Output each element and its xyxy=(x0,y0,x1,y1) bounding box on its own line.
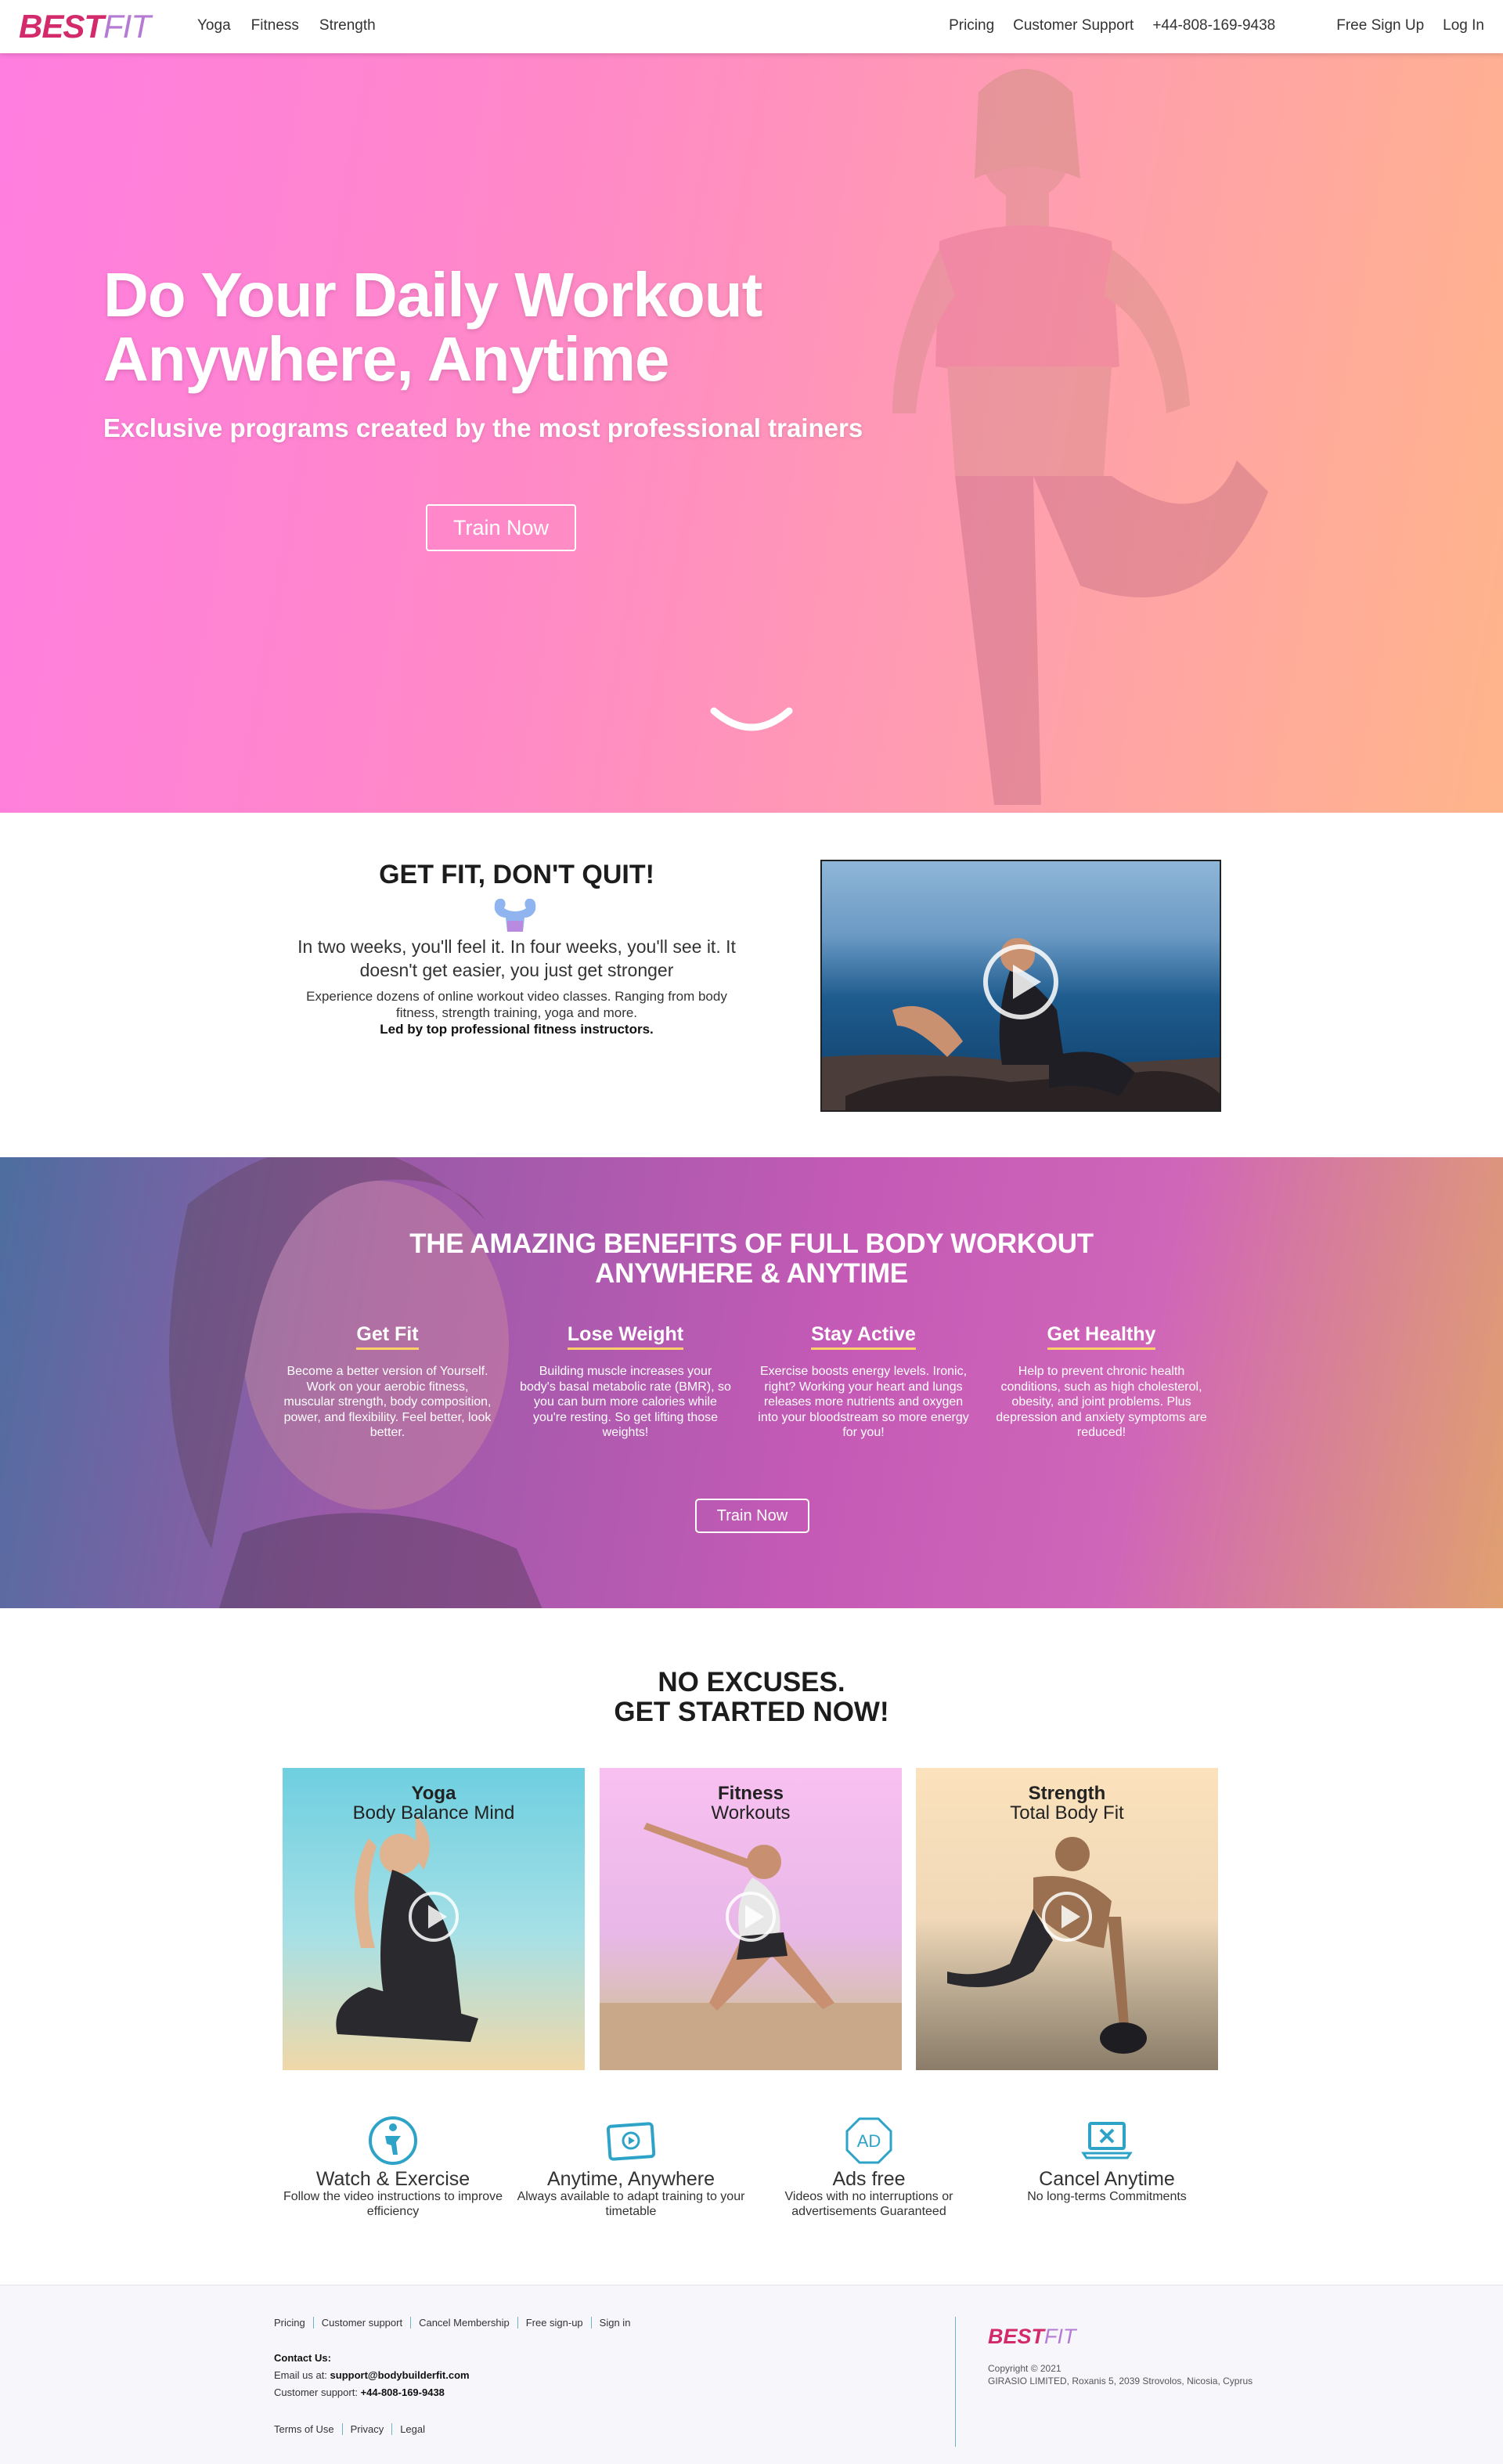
hero-train-now-button[interactable]: Train Now xyxy=(426,504,576,551)
video-play-icon[interactable] xyxy=(983,944,1058,1019)
intro-body: Experience dozens of online workout vide… xyxy=(306,989,727,1020)
hero-section: Do Your Daily Workout Anywhere, Anytime E… xyxy=(0,53,1503,813)
benefit-text: Help to prevent chronic health condition… xyxy=(996,1365,1207,1439)
feature-text: No long-terms Commitments xyxy=(1027,2190,1187,2203)
benefit-get-fit: Get Fit Become a better version of Yours… xyxy=(282,1323,493,1441)
benefit-title: Stay Active xyxy=(811,1323,916,1350)
top-navbar: BESTFIT Yoga Fitness Strength Pricing Cu… xyxy=(0,0,1503,53)
footer-link-privacy[interactable]: Privacy xyxy=(351,2423,384,2435)
program-card-title: Yoga Body Balance Mind xyxy=(352,1783,515,1824)
nav-log-in[interactable]: Log In xyxy=(1443,17,1484,34)
feature-text: Always available to adapt training to yo… xyxy=(517,2190,745,2218)
benefit-title: Lose Weight xyxy=(567,1323,684,1350)
video-icon xyxy=(606,2122,656,2161)
nav-pricing[interactable]: Pricing xyxy=(949,17,994,34)
footer-logo: BESTFIT xyxy=(988,2325,1076,2348)
logo[interactable]: BESTFIT xyxy=(19,8,151,45)
footer-email-link[interactable]: support@bodybuilderfit.com xyxy=(330,2369,470,2381)
footer: Pricing Customer support Cancel Membersh… xyxy=(0,2285,1503,2464)
benefit-text: Building muscle increases your body's ba… xyxy=(520,1365,731,1439)
nav-phone[interactable]: +44-808-169-9438 xyxy=(1152,17,1275,34)
footer-link-sign-in[interactable]: Sign in xyxy=(600,2317,631,2329)
feature-title: Ads free xyxy=(832,2168,906,2190)
exercise-icon xyxy=(369,2116,417,2165)
footer-link-legal[interactable]: Legal xyxy=(400,2423,425,2435)
feature-cancel-anytime: Cancel Anytime No long-terms Commitments xyxy=(989,2114,1224,2204)
scroll-down-chevron-icon[interactable] xyxy=(709,703,794,750)
ad-icon: AD xyxy=(845,2117,892,2164)
benefit-stay-active: Stay Active Exercise boosts energy level… xyxy=(758,1323,969,1441)
benefit-title: Get Fit xyxy=(356,1323,419,1350)
feature-anytime-anywhere: Anytime, Anywhere Always available to ad… xyxy=(514,2114,748,2219)
nav-free-sign-up[interactable]: Free Sign Up xyxy=(1336,17,1424,34)
benefit-text: Exercise boosts energy levels. Ironic, r… xyxy=(758,1365,969,1439)
benefit-get-healthy: Get Healthy Help to prevent chronic heal… xyxy=(996,1323,1207,1441)
benefits-section: THE AMAZING BENEFITS OF FULL BODY WORKOU… xyxy=(0,1157,1503,1608)
nav-customer-support[interactable]: Customer Support xyxy=(1013,17,1134,34)
hero-subtitle: Exclusive programs created by the most p… xyxy=(103,413,863,442)
footer-link-free-sign-up[interactable]: Free sign-up xyxy=(526,2317,583,2329)
benefits-heading: THE AMAZING BENEFITS OF FULL BODY WORKOU… xyxy=(409,1228,1094,1289)
footer-link-cancel-membership[interactable]: Cancel Membership xyxy=(419,2317,510,2329)
benefit-text: Become a better version of Yourself. Wor… xyxy=(283,1365,492,1439)
laptop-cancel-icon xyxy=(1081,2122,1133,2159)
footer-phone-link[interactable]: +44-808-169-9438 xyxy=(361,2386,445,2398)
feature-ads-free: AD Ads free Videos with no interruptions… xyxy=(752,2114,986,2219)
footer-divider xyxy=(955,2317,956,2447)
intro-video[interactable] xyxy=(820,860,1221,1112)
feature-title: Anytime, Anywhere xyxy=(547,2168,715,2190)
benefit-title: Get Healthy xyxy=(1047,1323,1156,1350)
feature-title: Watch & Exercise xyxy=(315,2168,470,2190)
intro-heading: GET FIT, DON'T QUIT! xyxy=(379,860,654,889)
svg-text:AD: AD xyxy=(857,2131,881,2151)
footer-copyright: Copyright © 2021 GIRASIO LIMITED, Roxani… xyxy=(988,2363,1253,2386)
nav-strength[interactable]: Strength xyxy=(319,17,376,34)
program-card-title: Fitness Workouts xyxy=(711,1783,791,1824)
intro-bold: Led by top professional fitness instruct… xyxy=(380,1022,654,1037)
card-play-icon[interactable] xyxy=(1042,1892,1092,1942)
feature-text: Videos with no interruptions or advertis… xyxy=(784,2190,953,2218)
nav-yoga[interactable]: Yoga xyxy=(197,17,231,34)
program-card-yoga[interactable]: Yoga Body Balance Mind xyxy=(283,1768,585,2070)
program-card-strength[interactable]: Strength Total Body Fit xyxy=(916,1768,1218,2070)
feature-title: Cancel Anytime xyxy=(1039,2168,1175,2190)
feature-watch-exercise: Watch & Exercise Follow the video instru… xyxy=(276,2114,510,2219)
flexed-biceps-icon xyxy=(494,898,536,932)
programs-heading: NO EXCUSES. GET STARTED NOW! xyxy=(614,1667,889,1727)
intro-section: GET FIT, DON'T QUIT! In two weeks, you'l… xyxy=(0,813,1503,1157)
intro-lead: In two weeks, you'll feel it. In four we… xyxy=(297,936,736,980)
program-card-fitness[interactable]: Fitness Workouts xyxy=(600,1768,902,2070)
hero-woman-image xyxy=(892,69,1268,805)
hero-title: Do Your Daily Workout Anywhere, Anytime xyxy=(103,260,762,394)
footer-link-pricing[interactable]: Pricing xyxy=(274,2317,305,2329)
card-play-icon[interactable] xyxy=(409,1892,459,1942)
footer-links: Pricing Customer support Cancel Membersh… xyxy=(274,2317,638,2329)
nav-fitness[interactable]: Fitness xyxy=(251,17,299,34)
footer-legal-links: Terms of Use Privacy Legal xyxy=(274,2423,433,2435)
card-play-icon[interactable] xyxy=(726,1892,776,1942)
benefit-lose-weight: Lose Weight Building muscle increases yo… xyxy=(520,1323,731,1441)
footer-contact: Contact Us: Email us at: support@bodybui… xyxy=(274,2352,470,2398)
footer-link-terms[interactable]: Terms of Use xyxy=(274,2423,334,2435)
feature-text: Follow the video instructions to improve… xyxy=(283,2190,503,2218)
program-card-title: Strength Total Body Fit xyxy=(1010,1783,1124,1824)
benefits-train-now-button[interactable]: Train Now xyxy=(695,1499,809,1533)
footer-link-customer-support[interactable]: Customer support xyxy=(322,2317,402,2329)
